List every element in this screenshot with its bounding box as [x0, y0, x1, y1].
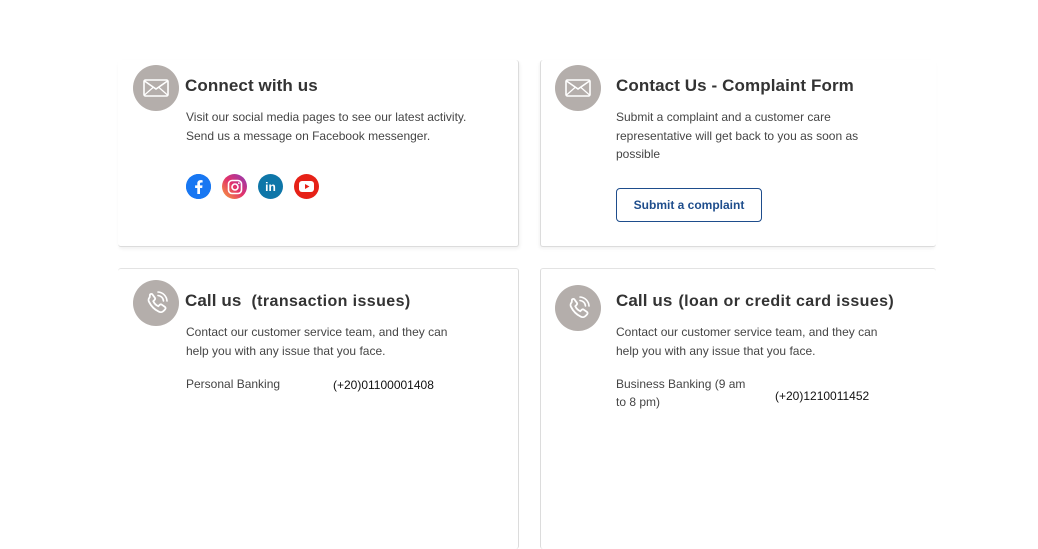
call-transaction-description: Contact our customer service team, and t…	[186, 323, 447, 360]
facebook-icon[interactable]	[186, 174, 211, 199]
complaint-description: Submit a complaint and a customer care r…	[616, 108, 858, 164]
business-banking-label-line: Business Banking (9 am	[616, 377, 746, 391]
submit-complaint-button[interactable]: Submit a complaint	[616, 188, 762, 222]
business-banking-label: Business Banking (9 am to 8 pm)	[616, 375, 745, 411]
phone-icon	[133, 280, 179, 326]
call-desc-line: Contact our customer service team, and t…	[186, 325, 448, 339]
instagram-icon[interactable]	[222, 174, 247, 199]
call-transaction-title: Call us (transaction issues)	[185, 291, 411, 311]
call-desc-line: help you with any issue that you face.	[186, 343, 386, 358]
youtube-icon[interactable]	[294, 174, 319, 199]
complaint-desc-line: Submit a complaint and a customer care	[616, 110, 831, 124]
call-title-text: Call us	[616, 291, 673, 310]
envelope-icon	[555, 65, 601, 111]
call-subtitle-text: (transaction issues)	[251, 293, 411, 310]
connect-desc-line: Send us a message on Facebook messenger.	[186, 128, 431, 143]
connect-title: Connect with us	[185, 76, 318, 95]
complaint-title: Contact Us - Complaint Form	[616, 76, 854, 95]
personal-banking-label: Personal Banking	[186, 377, 281, 391]
social-links: in	[186, 174, 319, 199]
call-subtitle-text: (loan or credit card issues)	[678, 293, 895, 310]
business-banking-label-line: to 8 pm)	[616, 395, 661, 409]
call-loan-description: Contact our customer service team, and t…	[616, 323, 877, 360]
phone-icon	[555, 285, 601, 331]
call-desc-line: Contact our customer service team, and t…	[616, 325, 878, 339]
connect-desc-line: Visit our social media pages to see our …	[186, 110, 467, 124]
call-desc-line: help you with any issue that you face.	[616, 343, 816, 358]
personal-banking-phone[interactable]: (+20)01100001408	[333, 378, 434, 392]
business-banking-phone[interactable]: (+20)1210011452	[775, 389, 869, 403]
call-title-text: Call us	[185, 291, 242, 310]
complaint-desc-line: possible	[616, 147, 661, 161]
envelope-icon	[133, 65, 179, 111]
call-loan-title: Call us (loan or credit card issues)	[616, 291, 894, 311]
connect-description: Visit our social media pages to see our …	[186, 108, 466, 145]
linkedin-icon[interactable]: in	[258, 174, 283, 199]
complaint-desc-line: representative will get back to you as s…	[616, 128, 859, 143]
